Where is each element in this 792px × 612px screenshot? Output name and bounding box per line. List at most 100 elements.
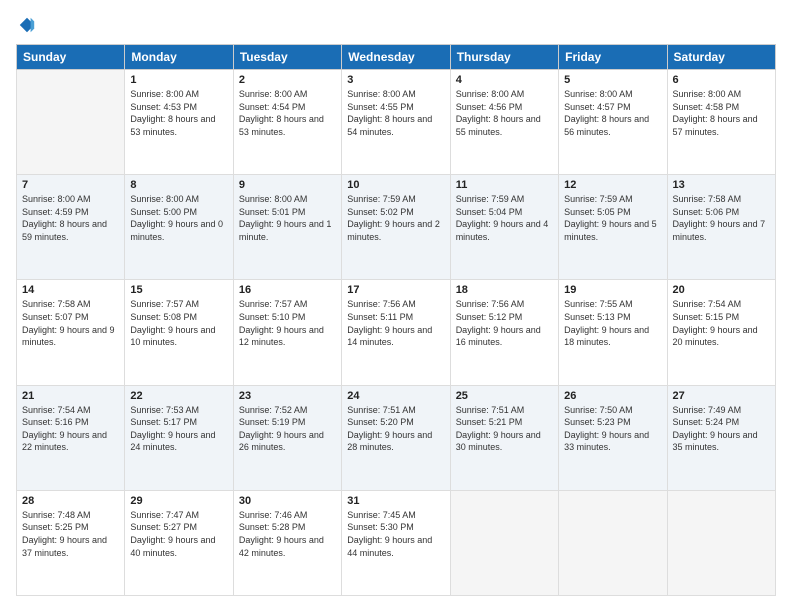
column-header-monday: Monday [125, 45, 233, 70]
day-number: 6 [673, 74, 770, 86]
day-info: Sunrise: 7:57 AMSunset: 5:10 PMDaylight:… [239, 298, 336, 348]
day-number: 31 [347, 495, 444, 507]
column-header-thursday: Thursday [450, 45, 558, 70]
column-header-tuesday: Tuesday [233, 45, 341, 70]
calendar-cell: 26Sunrise: 7:50 AMSunset: 5:23 PMDayligh… [559, 385, 667, 490]
day-number: 13 [673, 179, 770, 191]
day-info: Sunrise: 8:00 AMSunset: 5:01 PMDaylight:… [239, 193, 336, 243]
day-number: 25 [456, 390, 553, 402]
day-number: 15 [130, 284, 227, 296]
calendar-cell: 16Sunrise: 7:57 AMSunset: 5:10 PMDayligh… [233, 280, 341, 385]
day-info: Sunrise: 7:58 AMSunset: 5:06 PMDaylight:… [673, 193, 770, 243]
day-info: Sunrise: 8:00 AMSunset: 4:57 PMDaylight:… [564, 88, 661, 138]
calendar-cell: 3Sunrise: 8:00 AMSunset: 4:55 PMDaylight… [342, 70, 450, 175]
calendar-cell: 19 Sunrise: 7:55 AMSunset: 5:13 PMDayligh… [559, 280, 667, 385]
day-info: Sunrise: 7:47 AMSunset: 5:27 PMDaylight:… [130, 509, 227, 559]
column-header-sunday: Sunday [17, 45, 125, 70]
day-number: 18 [456, 284, 553, 296]
calendar-cell: 18 Sunrise: 7:56 AMSunset: 5:12 PMDayligh… [450, 280, 558, 385]
day-info: Sunrise: 8:00 AMSunset: 5:00 PMDaylight:… [130, 193, 227, 243]
day-info: Sunrise: 7:46 AMSunset: 5:28 PMDaylight:… [239, 509, 336, 559]
calendar-header-row: SundayMondayTuesdayWednesdayThursdayFrid… [17, 45, 776, 70]
column-header-saturday: Saturday [667, 45, 775, 70]
day-number: 14 [22, 284, 119, 296]
day-number: 19 [564, 284, 661, 296]
day-number: 2 [239, 74, 336, 86]
day-number: 5 [564, 74, 661, 86]
day-number: 11 [456, 179, 553, 191]
calendar-cell: 30 Sunrise: 7:46 AMSunset: 5:28 PMDayligh… [233, 490, 341, 595]
calendar-cell: 24 Sunrise: 7:51 AMSunset: 5:20 PMDayligh… [342, 385, 450, 490]
calendar-cell [667, 490, 775, 595]
column-header-friday: Friday [559, 45, 667, 70]
calendar-cell [450, 490, 558, 595]
column-header-wednesday: Wednesday [342, 45, 450, 70]
header [16, 16, 776, 34]
day-info: Sunrise: 7:58 AMSunset: 5:07 PMDaylight:… [22, 298, 119, 348]
calendar-cell: 12Sunrise: 7:59 AMSunset: 5:05 PMDayligh… [559, 175, 667, 280]
day-info: Sunrise: 7:53 AMSunset: 5:17 PMDaylight:… [130, 404, 227, 454]
day-number: 21 [22, 390, 119, 402]
day-number: 9 [239, 179, 336, 191]
calendar-week-row: 7Sunrise: 8:00 AMSunset: 4:59 PMDaylight… [17, 175, 776, 280]
day-info: Sunrise: 7:54 AMSunset: 5:15 PMDaylight:… [673, 298, 770, 348]
calendar-cell: 10Sunrise: 7:59 AMSunset: 5:02 PMDayligh… [342, 175, 450, 280]
day-number: 24 [347, 390, 444, 402]
day-number: 28 [22, 495, 119, 507]
calendar-cell: 25Sunrise: 7:51 AMSunset: 5:21 PMDayligh… [450, 385, 558, 490]
day-info: Sunrise: 7:51 AMSunset: 5:20 PMDaylight:… [347, 404, 444, 454]
day-info: Sunrise: 7:49 AMSunset: 5:24 PMDaylight:… [673, 404, 770, 454]
calendar-cell: 2Sunrise: 8:00 AMSunset: 4:54 PMDaylight… [233, 70, 341, 175]
day-number: 7 [22, 179, 119, 191]
day-info: Sunrise: 8:00 AMSunset: 4:53 PMDaylight:… [130, 88, 227, 138]
logo-text [16, 16, 36, 34]
calendar-cell: 13 Sunrise: 7:58 AMSunset: 5:06 PMDayligh… [667, 175, 775, 280]
calendar-cell: 11 Sunrise: 7:59 AMSunset: 5:04 PMDayligh… [450, 175, 558, 280]
day-info: Sunrise: 8:00 AMSunset: 4:56 PMDaylight:… [456, 88, 553, 138]
calendar-week-row: 1 Sunrise: 8:00 AMSunset: 4:53 PMDaylight… [17, 70, 776, 175]
day-number: 23 [239, 390, 336, 402]
day-number: 8 [130, 179, 227, 191]
calendar-cell: 20 Sunrise: 7:54 AMSunset: 5:15 PMDayligh… [667, 280, 775, 385]
logo [16, 16, 36, 34]
calendar-cell: 15 Sunrise: 7:57 AMSunset: 5:08 PMDayligh… [125, 280, 233, 385]
calendar-cell [559, 490, 667, 595]
day-info: Sunrise: 7:52 AMSunset: 5:19 PMDaylight:… [239, 404, 336, 454]
calendar-cell: 21 Sunrise: 7:54 AMSunset: 5:16 PMDayligh… [17, 385, 125, 490]
calendar-cell: 31 Sunrise: 7:45 AMSunset: 5:30 PMDayligh… [342, 490, 450, 595]
calendar-cell [17, 70, 125, 175]
day-info: Sunrise: 7:45 AMSunset: 5:30 PMDaylight:… [347, 509, 444, 559]
day-number: 29 [130, 495, 227, 507]
calendar-cell: 23 Sunrise: 7:52 AMSunset: 5:19 PMDayligh… [233, 385, 341, 490]
day-info: Sunrise: 7:56 AMSunset: 5:12 PMDaylight:… [456, 298, 553, 348]
day-info: Sunrise: 7:57 AMSunset: 5:08 PMDaylight:… [130, 298, 227, 348]
calendar-cell: 6 Sunrise: 8:00 AMSunset: 4:58 PMDaylight… [667, 70, 775, 175]
calendar-table: SundayMondayTuesdayWednesdayThursdayFrid… [16, 44, 776, 596]
logo-icon [18, 16, 36, 34]
day-info: Sunrise: 7:59 AMSunset: 5:02 PMDaylight:… [347, 193, 444, 243]
day-number: 20 [673, 284, 770, 296]
calendar-cell: 28 Sunrise: 7:48 AMSunset: 5:25 PMDayligh… [17, 490, 125, 595]
calendar-cell: 8 Sunrise: 8:00 AMSunset: 5:00 PMDaylight… [125, 175, 233, 280]
day-info: Sunrise: 7:56 AMSunset: 5:11 PMDaylight:… [347, 298, 444, 348]
day-info: Sunrise: 7:59 AMSunset: 5:04 PMDaylight:… [456, 193, 553, 243]
day-info: Sunrise: 7:50 AMSunset: 5:23 PMDaylight:… [564, 404, 661, 454]
day-number: 30 [239, 495, 336, 507]
calendar-week-row: 21 Sunrise: 7:54 AMSunset: 5:16 PMDayligh… [17, 385, 776, 490]
calendar-cell: 9 Sunrise: 8:00 AMSunset: 5:01 PMDaylight… [233, 175, 341, 280]
day-info: Sunrise: 8:00 AMSunset: 4:58 PMDaylight:… [673, 88, 770, 138]
day-info: Sunrise: 7:48 AMSunset: 5:25 PMDaylight:… [22, 509, 119, 559]
day-number: 22 [130, 390, 227, 402]
day-info: Sunrise: 7:54 AMSunset: 5:16 PMDaylight:… [22, 404, 119, 454]
calendar-cell: 22 Sunrise: 7:53 AMSunset: 5:17 PMDayligh… [125, 385, 233, 490]
day-number: 17 [347, 284, 444, 296]
calendar-cell: 14 Sunrise: 7:58 AMSunset: 5:07 PMDayligh… [17, 280, 125, 385]
calendar-week-row: 14 Sunrise: 7:58 AMSunset: 5:07 PMDayligh… [17, 280, 776, 385]
day-number: 12 [564, 179, 661, 191]
day-number: 1 [130, 74, 227, 86]
page: SundayMondayTuesdayWednesdayThursdayFrid… [0, 0, 792, 612]
day-info: Sunrise: 7:55 AMSunset: 5:13 PMDaylight:… [564, 298, 661, 348]
calendar-cell: 1 Sunrise: 8:00 AMSunset: 4:53 PMDaylight… [125, 70, 233, 175]
calendar-cell: 5 Sunrise: 8:00 AMSunset: 4:57 PMDaylight… [559, 70, 667, 175]
calendar-cell: 17 Sunrise: 7:56 AMSunset: 5:11 PMDayligh… [342, 280, 450, 385]
